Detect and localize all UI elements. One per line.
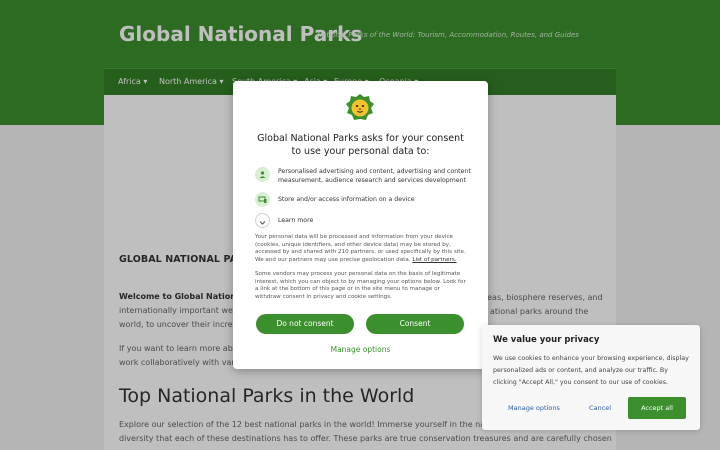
accept-all-button[interactable]: Accept all <box>628 397 686 419</box>
privacy-manage-button[interactable]: Manage options <box>508 404 560 412</box>
privacy-panel: We value your privacy We use cookies to … <box>482 325 700 430</box>
consent-button[interactable]: Consent <box>366 314 464 334</box>
purpose-ads-text: Personalised advertising and content, ad… <box>278 168 471 184</box>
consent-title: Global National Parks asks for your cons… <box>257 133 464 157</box>
purpose-device-text: Store and/or access information on a dev… <box>278 196 415 203</box>
device-icon <box>255 192 270 207</box>
do-not-consent-button[interactable]: Do not consent <box>256 314 354 334</box>
learn-more-label[interactable]: Learn more <box>278 216 473 225</box>
manage-options-link[interactable]: Manage options <box>233 345 488 354</box>
person-icon <box>255 167 270 182</box>
consent-dialog: Global National Parks asks for your cons… <box>233 81 488 369</box>
chevron-down-icon[interactable] <box>255 213 270 228</box>
consent-paragraph-1: Your personal data will be processed and… <box>255 234 467 265</box>
privacy-text: We use cookies to enhance your browsing … <box>493 355 689 386</box>
privacy-title: We value your privacy <box>493 335 600 345</box>
lion-logo-icon <box>346 94 374 120</box>
privacy-cancel-button[interactable]: Cancel <box>589 404 611 412</box>
consent-paragraph-2: Some vendors may process your personal d… <box>255 271 466 301</box>
partners-link[interactable]: List of partners. <box>412 257 456 263</box>
